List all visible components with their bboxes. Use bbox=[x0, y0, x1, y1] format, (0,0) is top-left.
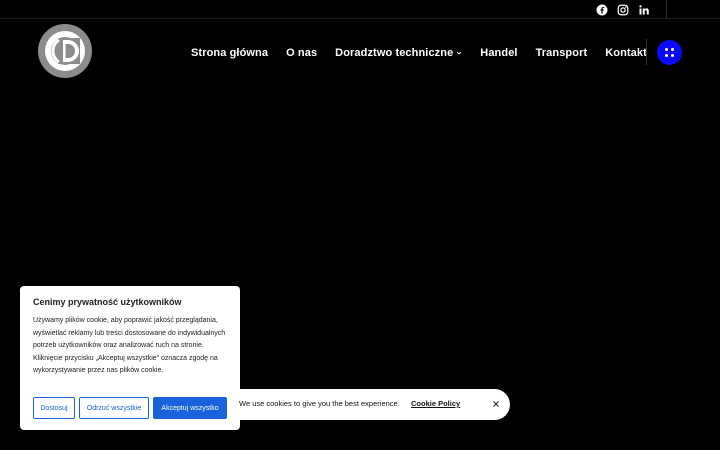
nav-item-about[interactable]: O nas bbox=[286, 47, 317, 59]
cookie-notice-text: We use cookies to give you the best expe… bbox=[239, 399, 400, 408]
nav-item-trade[interactable]: Handel bbox=[480, 47, 517, 59]
main-nav: Strona główna O nas Doradztwo techniczne… bbox=[191, 44, 647, 62]
nav-item-label: Handel bbox=[480, 47, 518, 59]
cookie-consent-title: Cenimy prywatność użytkowników bbox=[33, 297, 182, 307]
chevron-down-icon bbox=[456, 50, 462, 56]
cookie-consent-text: Używamy plików cookie, aby poprawić jako… bbox=[33, 317, 226, 375]
nav-item-home[interactable]: Strona główna bbox=[191, 47, 268, 59]
nav-item-transport[interactable]: Transport bbox=[536, 47, 588, 59]
instagram-icon[interactable] bbox=[617, 4, 629, 16]
nav-item-contact[interactable]: Kontakt bbox=[605, 47, 647, 59]
nav-item-technical-consulting[interactable]: Doradztwo techniczne bbox=[335, 47, 462, 59]
linkedin-icon[interactable] bbox=[638, 4, 650, 16]
nav-divider bbox=[646, 39, 647, 65]
cd-logo-icon bbox=[37, 23, 93, 79]
accept-all-button[interactable]: Akceptuj wszystko bbox=[153, 397, 227, 419]
customize-button[interactable]: Dostosuj bbox=[33, 397, 75, 419]
logo[interactable] bbox=[37, 23, 93, 79]
reject-all-button[interactable]: Odrzuć wszystkie bbox=[79, 397, 149, 419]
topbar-divider bbox=[666, 0, 667, 19]
cookie-notice-bar: We use cookies to give you the best expe… bbox=[230, 389, 510, 420]
cookie-consent-panel: Cenimy prywatność użytkowników Używamy p… bbox=[20, 286, 240, 430]
close-icon[interactable] bbox=[491, 399, 501, 409]
nav-item-label: Doradztwo techniczne bbox=[335, 47, 454, 59]
nav-item-label: Strona główna bbox=[191, 47, 269, 59]
top-bar bbox=[0, 0, 720, 19]
cookie-policy-link[interactable]: Cookie Policy bbox=[411, 399, 460, 408]
nav-item-label: Transport bbox=[535, 47, 588, 59]
nav-item-label: O nas bbox=[286, 47, 318, 59]
menu-button[interactable] bbox=[657, 40, 682, 65]
facebook-icon[interactable] bbox=[596, 4, 608, 16]
nav-item-label: Kontakt bbox=[605, 47, 647, 59]
